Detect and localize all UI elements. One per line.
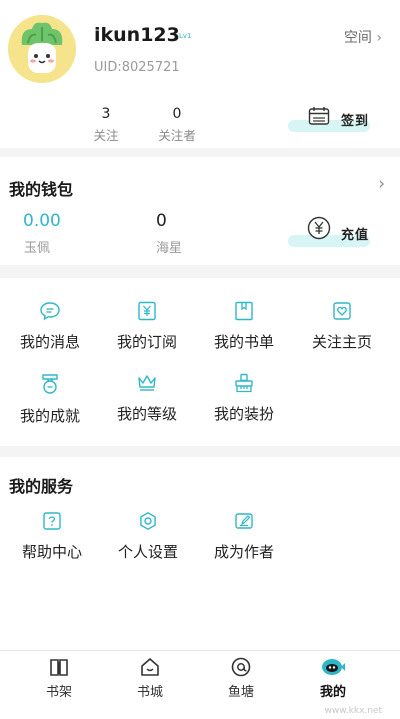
booklist-icon [235, 301, 253, 321]
nav-bookshelf[interactable]: 书架 [9, 651, 109, 719]
coin-icon [307, 216, 331, 240]
followed-homepage-label: 关注主页 [311, 333, 372, 351]
my-level-label: 我的等级 [116, 405, 177, 423]
avatar[interactable] [8, 15, 76, 83]
jade-value: 0.00 [23, 211, 61, 231]
help-icon [43, 512, 61, 530]
nav-bookstore-label: 书城 [136, 685, 163, 700]
my-subscriptions-label: 我的订阅 [116, 333, 177, 351]
nav-pond-label: 鱼塘 [227, 685, 254, 700]
nav-profile-label: 我的 [319, 685, 346, 700]
divider [0, 148, 400, 157]
followers-label: 关注者 [158, 128, 196, 143]
user-id: UID:8025721 [94, 60, 180, 75]
level-badge: Lv1 [179, 32, 192, 40]
my-achievements-label: 我的成就 [19, 407, 80, 425]
crown-icon [138, 375, 156, 391]
personal-settings[interactable]: 个人设置 [98, 511, 198, 562]
my-messages[interactable]: 我的消息 [0, 301, 100, 352]
bookshelf-icon [50, 659, 68, 676]
help-center[interactable]: 帮助中心 [2, 511, 102, 562]
medal-icon [42, 374, 58, 394]
author-icon [235, 513, 253, 529]
followers-count: 0 [172, 106, 182, 122]
divider [0, 446, 400, 457]
become-author-label: 成为作者 [213, 543, 274, 561]
services-title: 我的服务 [9, 477, 74, 496]
personal-settings-label: 个人设置 [117, 543, 178, 561]
profile-icon [322, 659, 345, 675]
my-booklist[interactable]: 我的书单 [194, 301, 294, 352]
pond-icon [231, 657, 251, 677]
nav-bookstore[interactable]: 书城 [100, 651, 200, 719]
divider [0, 265, 400, 278]
following-stat[interactable]: 3 关注 [71, 106, 141, 144]
my-messages-label: 我的消息 [19, 333, 80, 351]
following-label: 关注 [93, 128, 119, 143]
subscribe-icon [138, 301, 156, 321]
nav-pond[interactable]: 鱼塘 [191, 651, 291, 719]
cabbage-avatar-icon [8, 15, 76, 83]
followers-stat[interactable]: 0 关注者 [142, 106, 212, 144]
nav-bookshelf-label: 书架 [45, 685, 72, 700]
brush-icon [235, 373, 253, 393]
following-count: 3 [101, 106, 111, 122]
become-author[interactable]: 成为作者 [194, 511, 294, 562]
my-outfit-label: 我的装扮 [213, 405, 274, 423]
wallet-title: 我的钱包 [9, 180, 74, 199]
space-link[interactable]: 空间 › [344, 27, 382, 47]
help-center-label: 帮助中心 [21, 543, 82, 561]
checkin-label: 签到 [341, 114, 370, 129]
star-value: 0 [156, 211, 167, 231]
followed-homepage[interactable]: 关注主页 [292, 301, 392, 352]
chevron-right-icon: › [378, 174, 385, 194]
my-achievements[interactable]: 我的成就 [0, 373, 100, 426]
bookstore-icon [141, 658, 159, 676]
space-label: 空间 [343, 30, 372, 46]
settings-icon [140, 511, 156, 531]
my-subscriptions[interactable]: 我的订阅 [97, 301, 197, 352]
star-label: 海星 [156, 241, 183, 256]
my-outfit[interactable]: 我的装扮 [194, 373, 294, 424]
message-icon [40, 302, 60, 321]
heart-icon [333, 302, 351, 320]
chevron-right-icon: › [376, 30, 382, 46]
recharge-label: 充值 [341, 228, 370, 243]
username: ikun123 [94, 24, 180, 46]
my-level[interactable]: 我的等级 [97, 373, 197, 424]
watermark: www.kkx.net [324, 706, 383, 716]
my-booklist-label: 我的书单 [213, 333, 274, 351]
calendar-icon [308, 107, 330, 125]
jade-label: 玉佩 [24, 241, 51, 256]
